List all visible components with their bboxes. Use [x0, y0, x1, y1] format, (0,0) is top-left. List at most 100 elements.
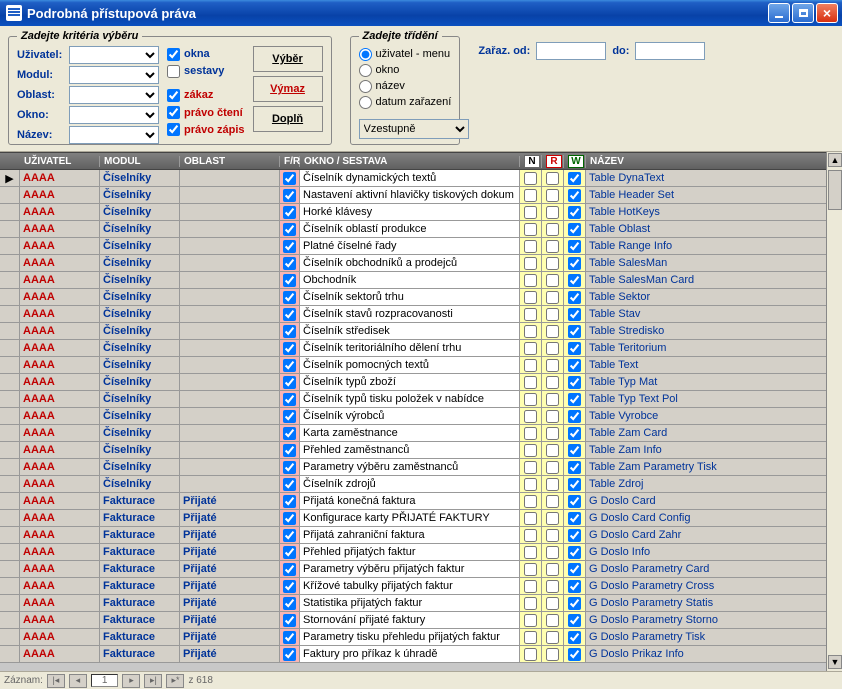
cell-n[interactable] — [520, 527, 542, 544]
vymaz-button[interactable]: Výmaz — [253, 76, 323, 102]
cell-w[interactable] — [564, 255, 586, 272]
cell-w[interactable] — [564, 561, 586, 578]
cell-r[interactable] — [542, 459, 564, 476]
cell-r[interactable] — [542, 357, 564, 374]
row-selector[interactable] — [0, 391, 20, 408]
cell-fr[interactable] — [280, 357, 300, 374]
cell-r[interactable] — [542, 170, 564, 187]
table-row[interactable]: AAAAFakturacePřijatéPřehled přijatých fa… — [0, 544, 842, 561]
sort-direction[interactable]: Vzestupně — [359, 119, 469, 139]
table-row[interactable]: AAAAFakturacePřijatéPřijatá konečná fakt… — [0, 493, 842, 510]
cell-n[interactable] — [520, 493, 542, 510]
cell-n[interactable] — [520, 374, 542, 391]
nav-first[interactable]: |◂ — [47, 674, 65, 688]
cell-n[interactable] — [520, 255, 542, 272]
nav-prev[interactable]: ◂ — [69, 674, 87, 688]
table-row[interactable]: AAAAČíselníkyČíselník oblastí produkceTa… — [0, 221, 842, 238]
hdr-w[interactable]: W — [564, 155, 586, 168]
cell-fr[interactable] — [280, 374, 300, 391]
cell-r[interactable] — [542, 578, 564, 595]
cell-n[interactable] — [520, 272, 542, 289]
row-selector[interactable] — [0, 595, 20, 612]
cell-r[interactable] — [542, 204, 564, 221]
close-button[interactable]: × — [816, 3, 838, 23]
cell-r[interactable] — [542, 544, 564, 561]
dopln-button[interactable]: Doplň — [253, 106, 323, 132]
table-row[interactable]: AAAAČíselníkyČíselník teritoriálního děl… — [0, 340, 842, 357]
row-selector[interactable] — [0, 510, 20, 527]
cell-n[interactable] — [520, 187, 542, 204]
cell-n[interactable] — [520, 476, 542, 493]
table-row[interactable]: AAAAFakturacePřijatéKonfigurace karty PŘ… — [0, 510, 842, 527]
zaraz-do-input[interactable] — [635, 42, 705, 60]
cell-fr[interactable] — [280, 510, 300, 527]
row-selector[interactable] — [0, 289, 20, 306]
select-uzivatel[interactable] — [69, 46, 159, 64]
cell-fr[interactable] — [280, 340, 300, 357]
row-selector[interactable] — [0, 561, 20, 578]
cell-fr[interactable] — [280, 221, 300, 238]
maximize-button[interactable] — [792, 3, 814, 23]
row-selector[interactable] — [0, 493, 20, 510]
row-selector[interactable] — [0, 544, 20, 561]
check-sestavy[interactable] — [167, 65, 180, 78]
hdr-nazev[interactable]: NÁZEV — [586, 156, 842, 167]
cell-w[interactable] — [564, 238, 586, 255]
sort-okno[interactable] — [359, 64, 372, 77]
cell-fr[interactable] — [280, 442, 300, 459]
vyber-button[interactable]: Výběr — [253, 46, 323, 72]
cell-n[interactable] — [520, 204, 542, 221]
hdr-oblast[interactable]: OBLAST — [180, 156, 280, 167]
cell-r[interactable] — [542, 476, 564, 493]
cell-w[interactable] — [564, 578, 586, 595]
cell-w[interactable] — [564, 612, 586, 629]
cell-w[interactable] — [564, 442, 586, 459]
select-oblast[interactable] — [69, 86, 159, 104]
row-selector[interactable] — [0, 476, 20, 493]
cell-r[interactable] — [542, 221, 564, 238]
hdr-okno[interactable]: OKNO / SESTAVA — [300, 156, 520, 167]
cell-fr[interactable] — [280, 527, 300, 544]
row-selector[interactable] — [0, 425, 20, 442]
cell-r[interactable] — [542, 187, 564, 204]
cell-w[interactable] — [564, 323, 586, 340]
cell-n[interactable] — [520, 221, 542, 238]
cell-w[interactable] — [564, 493, 586, 510]
cell-r[interactable] — [542, 442, 564, 459]
cell-fr[interactable] — [280, 170, 300, 187]
cell-w[interactable] — [564, 425, 586, 442]
table-row[interactable]: AAAAFakturacePřijatéStornování přijaté f… — [0, 612, 842, 629]
cell-fr[interactable] — [280, 629, 300, 646]
cell-r[interactable] — [542, 646, 564, 663]
cell-n[interactable] — [520, 510, 542, 527]
cell-r[interactable] — [542, 595, 564, 612]
cell-n[interactable] — [520, 459, 542, 476]
cell-w[interactable] — [564, 374, 586, 391]
cell-fr[interactable] — [280, 459, 300, 476]
select-modul[interactable] — [69, 66, 159, 84]
cell-r[interactable] — [542, 612, 564, 629]
table-row[interactable]: AAAAČíselníkyPřehled zaměstnancůTable Za… — [0, 442, 842, 459]
row-selector[interactable] — [0, 374, 20, 391]
cell-r[interactable] — [542, 374, 564, 391]
table-row[interactable]: AAAAČíselníkyNastavení aktivní hlavičky … — [0, 187, 842, 204]
row-selector[interactable] — [0, 357, 20, 374]
cell-w[interactable] — [564, 289, 586, 306]
cell-fr[interactable] — [280, 493, 300, 510]
scroll-thumb[interactable] — [828, 170, 842, 210]
cell-w[interactable] — [564, 527, 586, 544]
table-row[interactable]: AAAAČíselníkyKarta zaměstnanceTable Zam … — [0, 425, 842, 442]
cell-r[interactable] — [542, 238, 564, 255]
row-selector[interactable] — [0, 221, 20, 238]
cell-w[interactable] — [564, 221, 586, 238]
cell-fr[interactable] — [280, 544, 300, 561]
row-selector[interactable] — [0, 527, 20, 544]
row-selector[interactable] — [0, 578, 20, 595]
cell-w[interactable] — [564, 170, 586, 187]
cell-n[interactable] — [520, 646, 542, 663]
cell-fr[interactable] — [280, 306, 300, 323]
cell-n[interactable] — [520, 578, 542, 595]
sort-uzivatel-menu[interactable] — [359, 48, 372, 61]
cell-n[interactable] — [520, 561, 542, 578]
cell-r[interactable] — [542, 561, 564, 578]
